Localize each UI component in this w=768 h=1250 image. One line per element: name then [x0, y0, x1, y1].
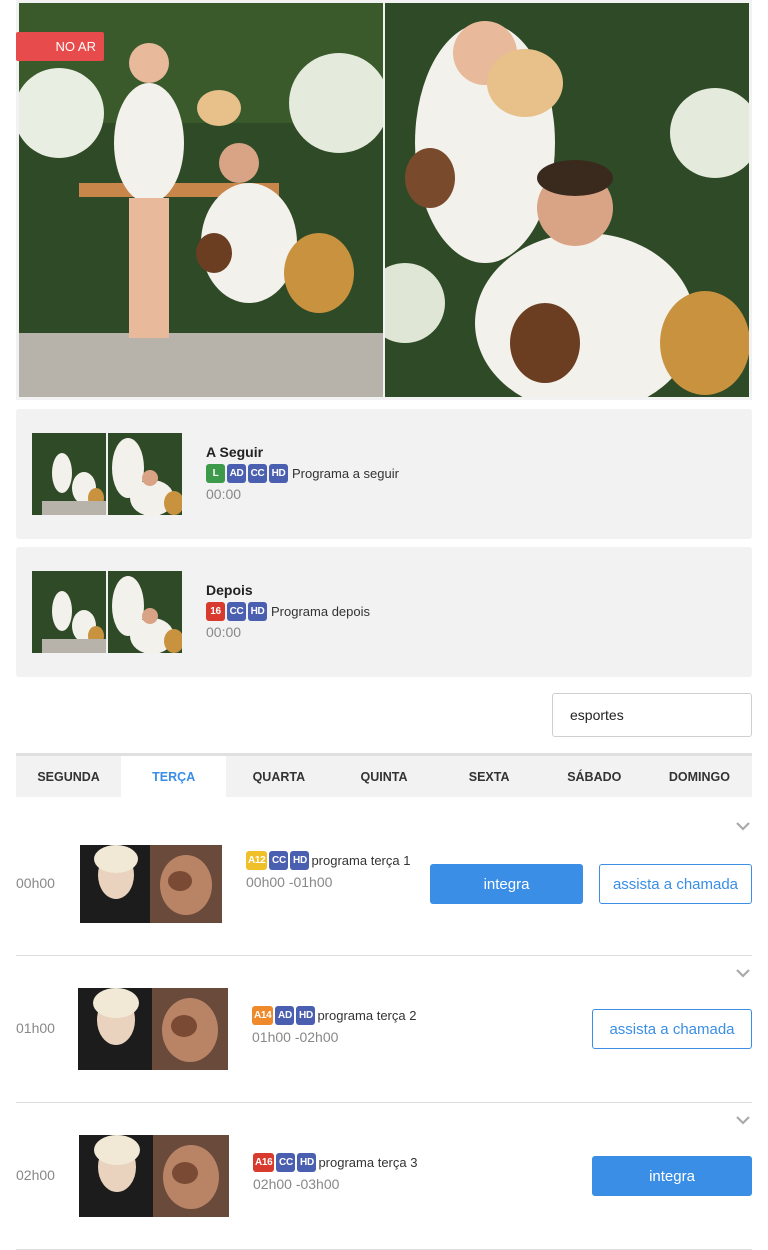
- schedule-hour: 02h00: [16, 1167, 55, 1183]
- schedule-thumbnail: [78, 988, 228, 1070]
- age-rating-badge: A14: [252, 1006, 274, 1025]
- closed-caption-badge: CC: [276, 1153, 296, 1172]
- weekday-tabs: SEGUNDA TERÇA QUARTA QUINTA SEXTA SÁBADO…: [16, 753, 752, 797]
- hd-badge: HD: [290, 851, 310, 870]
- tab-sexta[interactable]: SEXTA: [437, 756, 542, 797]
- next-program-title: A Seguir: [206, 444, 264, 460]
- after-program-card[interactable]: Depois 16 CC HD Programa depois 00:00: [16, 547, 752, 677]
- age-rating-badge: A16: [253, 1153, 275, 1172]
- schedule-row: 00h00 A12 CC HD programa terça 1 00h00 -…: [16, 809, 752, 956]
- age-rating-badge: A12: [246, 851, 268, 870]
- hd-badge: HD: [296, 1006, 316, 1025]
- schedule-thumbnail: [80, 845, 222, 923]
- audio-description-badge: AD: [275, 1006, 295, 1025]
- hd-badge: HD: [248, 601, 267, 621]
- integra-button[interactable]: integra: [430, 864, 583, 904]
- schedule-hour: 00h00: [16, 875, 55, 891]
- rating-badge: 16: [206, 601, 225, 621]
- audio-description-badge: AD: [227, 463, 246, 483]
- chevron-down-icon[interactable]: [734, 966, 752, 980]
- hero-image-right: [385, 3, 749, 397]
- schedule-row: 02h00 A16 CC HD programa terça 3 02h00 -…: [16, 1103, 752, 1250]
- rating-badge: L: [206, 463, 225, 483]
- after-program-label: Programa depois: [271, 603, 370, 619]
- schedule-thumbnail: [79, 1135, 229, 1217]
- next-program-card[interactable]: A Seguir L AD CC HD Programa a seguir 00…: [16, 409, 752, 539]
- after-program-thumbnail: [32, 571, 182, 653]
- live-badge: NO AR: [16, 32, 104, 61]
- tab-quinta[interactable]: QUINTA: [331, 756, 436, 797]
- after-program-title: Depois: [206, 582, 253, 598]
- tab-quarta[interactable]: QUARTA: [226, 756, 331, 797]
- schedule-time-range: 01h00 -02h00: [252, 1029, 339, 1045]
- schedule-hour: 01h00: [16, 1020, 55, 1036]
- after-program-time: 00:00: [206, 624, 242, 640]
- schedule-time-range: 00h00 -01h00: [246, 874, 333, 890]
- schedule-row: 01h00 A14 AD HD programa terça 2 01h00 -…: [16, 956, 752, 1103]
- closed-caption-badge: CC: [269, 851, 289, 870]
- hero-image-left: [19, 3, 383, 397]
- hd-badge: HD: [297, 1153, 317, 1172]
- search-input[interactable]: [552, 693, 752, 737]
- schedule-title: programa terça 2: [317, 1008, 417, 1023]
- schedule-time-range: 02h00 -03h00: [253, 1176, 340, 1192]
- chevron-down-icon[interactable]: [734, 1113, 752, 1127]
- watch-promo-button[interactable]: assista a chamada: [592, 1009, 752, 1049]
- live-program-hero[interactable]: NO AR: [16, 0, 752, 400]
- chevron-down-icon[interactable]: [734, 819, 752, 833]
- tab-terca[interactable]: TERÇA: [121, 756, 227, 797]
- next-program-thumbnail: [32, 433, 182, 515]
- integra-button[interactable]: integra: [592, 1156, 752, 1196]
- schedule-title: programa terça 3: [318, 1155, 418, 1170]
- next-program-time: 00:00: [206, 486, 242, 502]
- next-program-label: Programa a seguir: [292, 465, 399, 481]
- closed-caption-badge: CC: [227, 601, 246, 621]
- tab-segunda[interactable]: SEGUNDA: [16, 756, 121, 797]
- tab-domingo[interactable]: DOMINGO: [647, 756, 752, 797]
- watch-promo-button[interactable]: assista a chamada: [599, 864, 752, 904]
- closed-caption-badge: CC: [248, 463, 267, 483]
- schedule-title: programa terça 1: [311, 853, 411, 868]
- hd-badge: HD: [269, 463, 288, 483]
- tab-sabado[interactable]: SÁBADO: [542, 756, 647, 797]
